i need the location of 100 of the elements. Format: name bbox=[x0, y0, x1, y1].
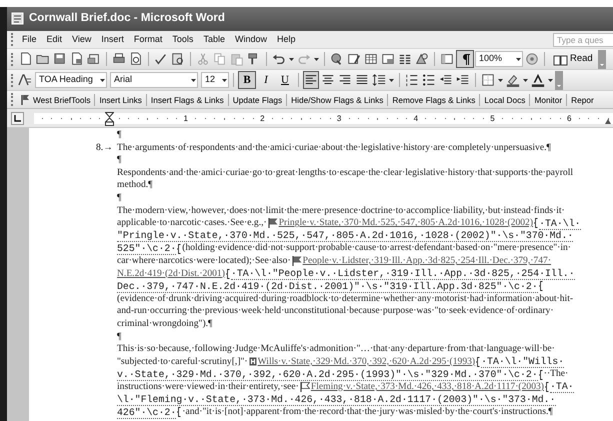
citation-link[interactable]: People·v.·Lidster,·319·Ill.·App.·3d·825,·254·Ill.·Dec.·379,·747· bbox=[302, 254, 552, 268]
document-text: ¶ bbox=[117, 154, 122, 167]
citation-link[interactable]: Fleming·v.·State,·373·Md.·426,·433,·818·A.2d·1117·(2003) bbox=[310, 380, 544, 394]
right-indent-icon[interactable] bbox=[605, 118, 611, 124]
bold-button[interactable]: B bbox=[238, 71, 256, 89]
toolbar-button[interactable]: Insert Links bbox=[95, 94, 147, 106]
zoom-dropdown[interactable]: 100% bbox=[475, 51, 523, 67]
field-marker-icon bbox=[177, 407, 182, 418]
toolbar-button[interactable]: Monitor bbox=[530, 94, 568, 106]
indent-marker-icon[interactable] bbox=[105, 112, 114, 126]
document-text: The·modern·view,·however,·does·not·limit·the·mere·presence·doctrine·to·accomplice·liability,·but·instead·finds·it· bbox=[117, 204, 565, 218]
menu-item[interactable]: Window bbox=[230, 32, 272, 46]
spreadsheet-icon bbox=[381, 51, 395, 67]
font-size-dropdown[interactable]: 12 bbox=[201, 72, 229, 88]
document-text: ··The· bbox=[544, 368, 568, 381]
permission-icon bbox=[70, 51, 84, 67]
list-number: 8.→ bbox=[96, 142, 114, 154]
research-icon bbox=[171, 51, 185, 67]
align-left-button[interactable] bbox=[303, 71, 319, 89]
caret-icon[interactable] bbox=[389, 78, 394, 82]
menu-item[interactable]: Help bbox=[272, 32, 300, 46]
field-marker-icon bbox=[538, 281, 543, 292]
toolbar-button[interactable]: Remove Flags & Links bbox=[388, 94, 480, 106]
ruler-number: 2 bbox=[260, 112, 265, 124]
document-text: (evidence·of·drunk·driving·acquired·during·roadblock·to·determine·whether·any·motorist·had·information·about·hit- bbox=[117, 292, 574, 306]
document-text: Respondents·and·the·amici·curiae·go·to·great·lengths·to·escape·the·clear·legislative·history·that·supports·the·payroll bbox=[117, 166, 574, 180]
field-marker-icon bbox=[538, 370, 543, 380]
menu-item[interactable]: Insert bbox=[96, 32, 129, 46]
field-code: \l·"Fleming·v.·State,·373·Md.·426,·433,·818·A.2d·1117·(2003)"·\s·"373·Md.· bbox=[117, 394, 556, 406]
document-text: ¶ bbox=[117, 330, 122, 344]
font-dropdown[interactable]: Arial bbox=[110, 72, 198, 88]
caret-icon[interactable] bbox=[100, 78, 105, 82]
ruler-number: 6 bbox=[566, 112, 572, 124]
italic-button[interactable]: I bbox=[257, 71, 275, 89]
caret-icon[interactable] bbox=[289, 58, 294, 60]
caret-icon[interactable] bbox=[523, 78, 528, 82]
toolbar-button[interactable]: Local Docs bbox=[480, 94, 530, 106]
underline-button[interactable]: U bbox=[276, 71, 294, 89]
citation-link[interactable]: Pringle·v.·State,·370·Md.·525,·547,·805·A.2d·1016,·1028·(2002) bbox=[278, 217, 534, 230]
caret-icon[interactable] bbox=[548, 78, 553, 82]
email-icon bbox=[87, 51, 101, 67]
toolbar-button[interactable]: Hide/Show Flags & Links bbox=[287, 94, 388, 106]
menu-item[interactable]: View bbox=[67, 32, 96, 46]
field-code: 525"·\c·2· bbox=[117, 242, 176, 255]
flag-icon bbox=[300, 382, 310, 392]
show-formatting-button[interactable] bbox=[456, 50, 474, 68]
help-search-field[interactable]: Type a ques bbox=[553, 32, 613, 46]
ruler-number: 5 bbox=[490, 112, 495, 124]
field-code: "Pringle·v.·State,·370·Md.·525,·547,·805·A.2d·1016,·1028·(2002)"·\s·"370·Md.· bbox=[117, 230, 574, 242]
document-text: "subjected·to·careful·scrutiny[,]"· bbox=[117, 356, 248, 368]
caret-icon[interactable] bbox=[314, 58, 319, 60]
caret-icon[interactable] bbox=[191, 78, 196, 82]
field-marker-icon bbox=[476, 356, 480, 367]
document-text: and-run·occurring·the·previous·week·held·unconstitutional·because·purpose·was·"to·seek·evidence·of·ordinary· bbox=[117, 305, 554, 318]
menu-item[interactable]: File bbox=[17, 32, 42, 46]
menu-item[interactable]: Table bbox=[198, 32, 230, 46]
line-spacing-icon bbox=[372, 72, 386, 88]
document-text: instructions·were·viewed·in·their·entirety,·see· bbox=[117, 380, 299, 394]
menu-item[interactable]: Tools bbox=[167, 32, 198, 46]
window-title: Cornwall Brief.doc - Microsoft Word bbox=[29, 11, 225, 26]
tables-borders-icon bbox=[347, 51, 361, 67]
read-button[interactable]: Read bbox=[549, 50, 597, 68]
document-text: ¶ bbox=[117, 192, 122, 205]
document-text: ¶ bbox=[117, 129, 122, 142]
pilcrow-icon bbox=[460, 53, 470, 65]
toolbar-button[interactable]: Insert Flags & Links bbox=[146, 94, 229, 106]
styles-icon[interactable] bbox=[18, 73, 32, 87]
print-preview-icon bbox=[129, 51, 143, 67]
document-text: (holding·evidence·did·not·support·probable·cause·to·arrest·defendant·based·on·"mere·presence"·in· bbox=[182, 242, 572, 255]
tab-stop-icon bbox=[14, 114, 21, 122]
caret-icon[interactable] bbox=[222, 78, 227, 82]
citation-link[interactable]: N.E.2d·419·(2d·Dist.·2001) bbox=[117, 268, 225, 280]
field-code: 426"·\c·2· bbox=[117, 406, 176, 419]
ruler-number: 1 bbox=[183, 112, 188, 124]
toolbar-button[interactable]: Update Flags bbox=[228, 94, 288, 106]
numbering-icon bbox=[405, 72, 419, 88]
drawing-icon bbox=[415, 51, 429, 67]
toolbar-button[interactable]: West BriefTools bbox=[17, 94, 96, 106]
table-icon bbox=[364, 51, 378, 67]
flag-icon bbox=[292, 256, 302, 266]
style-dropdown[interactable]: TOA Heading bbox=[35, 72, 107, 88]
menu-item[interactable]: Format bbox=[128, 32, 168, 46]
field-code: ·TA· bbox=[550, 381, 574, 394]
field-code: v.·State,·329·Md.·370,·392,·620·A.2d·295·(1993)"·\s·"329·Md.·370"·\c·2· bbox=[117, 368, 538, 381]
field-marker-icon bbox=[177, 244, 182, 254]
caret-icon[interactable] bbox=[498, 78, 503, 82]
border-icon bbox=[481, 72, 495, 88]
field-code: ·TA·\l· bbox=[539, 218, 581, 230]
document-text: This·is·so·because,·following·Judge·McAuliffe's·admonition·"…·that·any·departure·from·that·language·will·be· bbox=[117, 343, 555, 356]
caret-icon[interactable] bbox=[516, 58, 521, 60]
ruler-number: 3 bbox=[336, 112, 342, 124]
h-flag-icon bbox=[248, 357, 257, 366]
toolbar-button[interactable]: Repor bbox=[567, 94, 598, 106]
toolbar-options-icon[interactable] bbox=[598, 50, 606, 68]
field-marker-icon bbox=[534, 218, 538, 228]
tab-selector[interactable] bbox=[11, 112, 24, 124]
citation-link[interactable]: Wills·v.·State,·329·Md.·370,·392,·620·A.2d·295·(1993) bbox=[258, 356, 476, 368]
field-marker-icon bbox=[226, 268, 230, 279]
menu-item[interactable]: Edit bbox=[42, 32, 68, 46]
copy-icon bbox=[213, 51, 227, 67]
